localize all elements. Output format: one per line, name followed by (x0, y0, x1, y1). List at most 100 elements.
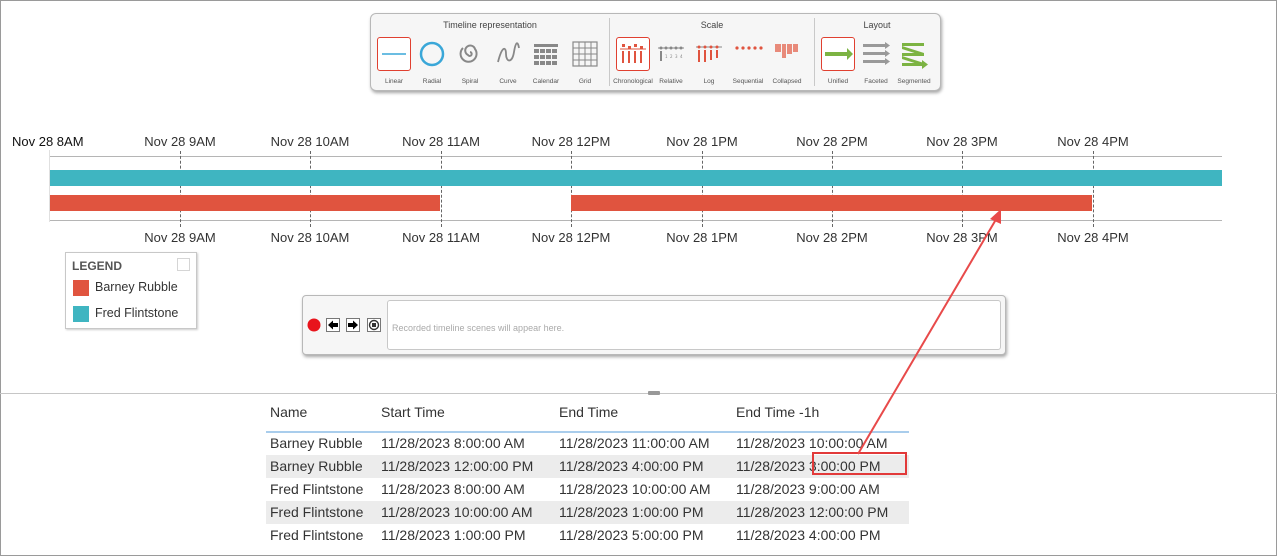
layout-section: Layout Unified Faceted Segmented (815, 14, 939, 90)
table-cell: 11/28/2023 10:00:00 AM (736, 435, 888, 451)
timeline-toolbar: Timeline representation Linear Radial Sp… (370, 13, 941, 91)
scale-collapsed-button[interactable]: Collapsed (769, 36, 805, 88)
table-cell: 11/28/2023 1:00:00 PM (559, 504, 704, 520)
arrow-left-icon (326, 318, 340, 332)
representation-section: Timeline representation Linear Radial Sp… (371, 14, 609, 90)
top-tick-label: Nov 28 4PM (1057, 134, 1129, 149)
bottom-tick-label: Nov 28 12PM (531, 230, 611, 245)
svg-text:2: 2 (670, 54, 673, 59)
bottom-tick-label: Nov 28 11AM (402, 230, 480, 245)
layout-segmented-button[interactable]: Segmented (896, 36, 932, 88)
section-title: Timeline representation (443, 20, 537, 30)
grid-line (441, 151, 442, 227)
top-tick-label: Nov 28 11AM (402, 134, 480, 149)
barney-rubble-bar[interactable] (50, 195, 440, 211)
column-header-end-time[interactable]: End Time (559, 404, 618, 420)
scale-section: Scale Chronological 1234 Relative Log Se… (610, 14, 814, 90)
grid-line (702, 151, 703, 227)
section-title: Scale (700, 20, 724, 30)
chronological-icon (616, 37, 650, 71)
table-cell: 11/28/2023 10:00:00 AM (559, 481, 711, 497)
grid-line (571, 151, 572, 227)
grid-icon (572, 41, 598, 67)
bottom-tick-label: Nov 28 2PM (796, 230, 868, 245)
sequential-icon (735, 46, 763, 50)
table-cell: 11/28/2023 11:00:00 AM (559, 435, 710, 451)
scale-log-button[interactable]: Log (691, 36, 727, 88)
table-row[interactable]: Fred Flintstone 11/28/2023 10:00:00 AM 1… (266, 501, 909, 524)
table-row[interactable]: Fred Flintstone 11/28/2023 8:00:00 AM 11… (266, 478, 909, 501)
bottom-tick-label: Nov 28 10AM (270, 230, 350, 245)
recorded-scenes-area[interactable]: Recorded timeline scenes will appear her… (387, 300, 1001, 350)
segmented-icon (902, 43, 928, 69)
column-header-name[interactable]: Name (270, 404, 307, 420)
table-cell: 11/28/2023 12:00:00 PM (736, 504, 889, 520)
table-cell: Fred Flintstone (270, 481, 364, 497)
scale-chronological-button[interactable]: Chronological (613, 36, 653, 88)
top-tick-label: Nov 28 9AM (144, 134, 216, 149)
panel-divider (0, 393, 1277, 394)
table-cell: 11/28/2023 4:00:00 PM (559, 458, 704, 474)
grid-line (180, 151, 181, 227)
legend: LEGEND Barney Rubble Fred Flintstone (65, 252, 197, 329)
button-label: Segmented (897, 78, 931, 85)
collapsed-icon (775, 44, 798, 58)
faceted-icon (863, 42, 890, 65)
arrow-right-icon (346, 318, 360, 332)
layout-unified-button[interactable]: Unified (820, 36, 856, 88)
legend-toggle-checkbox[interactable] (177, 258, 190, 271)
record-button[interactable] (307, 318, 321, 332)
unified-icon (821, 37, 855, 71)
column-header-start-time[interactable]: Start Time (381, 404, 445, 420)
axis-start-line (49, 150, 50, 222)
top-tick-label: Nov 28 1PM (666, 134, 738, 149)
table-cell: 11/28/2023 10:00:00 AM (381, 504, 533, 520)
calendar-icon (534, 44, 558, 65)
layout-faceted-button[interactable]: Faceted (858, 36, 894, 88)
scale-relative-button[interactable]: 1234 Relative (653, 36, 689, 88)
button-label: Log (703, 78, 715, 85)
scale-sequential-button[interactable]: Sequential (730, 36, 766, 88)
barney-rubble-bar[interactable] (571, 195, 1092, 211)
representation-spiral-button[interactable]: Spiral (452, 36, 488, 88)
axis-start-label: Nov 28 8AM (12, 134, 84, 149)
svg-text:3: 3 (675, 54, 678, 59)
fred-flintstone-bar[interactable] (50, 170, 1222, 186)
table-cell: Fred Flintstone (270, 527, 364, 543)
legend-label: Fred Flintstone (95, 306, 179, 320)
stop-button[interactable] (367, 318, 381, 332)
svg-text:4: 4 (680, 54, 683, 59)
bottom-tick-label: Nov 28 1PM (666, 230, 738, 245)
table-cell: 11/28/2023 5:00:00 PM (559, 527, 704, 543)
bottom-tick-label: Nov 28 3PM (926, 230, 998, 245)
representation-grid-button[interactable]: Grid (567, 36, 603, 88)
table-cell: 11/28/2023 9:00:00 AM (736, 481, 880, 497)
representation-radial-button[interactable]: Radial (414, 36, 450, 88)
highlight-box (812, 452, 907, 475)
svg-text:1: 1 (665, 54, 668, 59)
previous-scene-button[interactable] (326, 318, 340, 332)
table-row[interactable]: Fred Flintstone 11/28/2023 1:00:00 PM 11… (266, 524, 909, 547)
curve-icon (497, 42, 520, 63)
button-label: Sequential (732, 78, 764, 85)
button-label: Calendar (532, 78, 560, 85)
column-header-end-time-minus-1h[interactable]: End Time -1h (736, 404, 819, 420)
top-tick-label: Nov 28 3PM (926, 134, 998, 149)
table-cell: 11/28/2023 4:00:00 PM (736, 527, 881, 543)
next-scene-button[interactable] (346, 318, 360, 332)
representation-calendar-button[interactable]: Calendar (528, 36, 564, 88)
bottom-tick-label: Nov 28 9AM (144, 230, 216, 245)
spiral-icon (459, 44, 478, 63)
stop-icon (367, 318, 381, 332)
panel-resize-handle[interactable] (648, 391, 660, 395)
radial-icon (419, 41, 445, 67)
section-title: Layout (863, 20, 891, 30)
representation-curve-button[interactable]: Curve (490, 36, 526, 88)
representation-linear-button[interactable]: Linear (376, 36, 412, 88)
relative-icon: 1234 (658, 46, 684, 61)
top-tick-label: Nov 28 12PM (531, 134, 611, 149)
grid-line (962, 151, 963, 227)
table-cell: 11/28/2023 12:00:00 PM (381, 458, 534, 474)
table-cell: Fred Flintstone (270, 504, 364, 520)
button-label: Grid (578, 78, 592, 85)
